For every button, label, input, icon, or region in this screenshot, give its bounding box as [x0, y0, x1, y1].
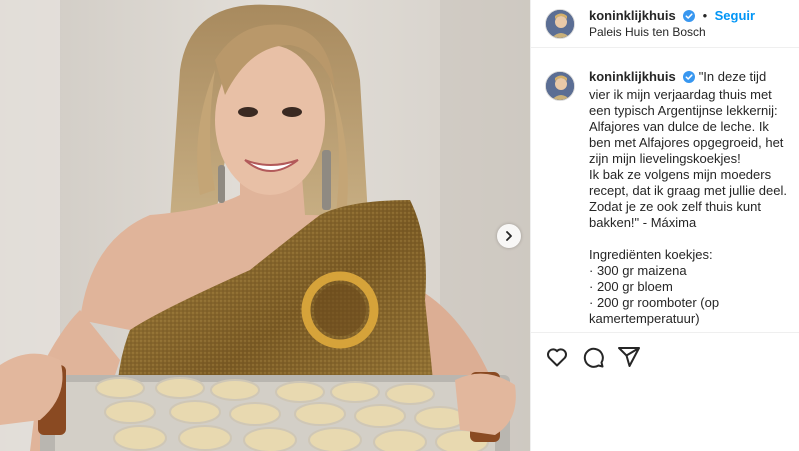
caption: koninklijkhuis "In deze tijd vier ik mijn…: [589, 69, 789, 327]
avatar-image: [546, 9, 574, 38]
avatar[interactable]: [545, 8, 575, 39]
caption-username[interactable]: koninklijkhuis: [589, 69, 676, 84]
separator-dot: •: [702, 7, 708, 23]
verified-badge-icon: [682, 71, 695, 87]
share-icon[interactable]: [617, 345, 641, 369]
chevron-right-icon: [506, 231, 512, 241]
verified-badge-icon: [683, 9, 696, 25]
location-link[interactable]: Paleis Huis ten Bosch: [589, 25, 755, 40]
post-header: koninklijkhuis • Seguir Paleis Huis ten …: [531, 0, 799, 48]
follow-button[interactable]: Seguir: [715, 8, 755, 23]
comment-icon[interactable]: [581, 345, 605, 369]
header-text: koninklijkhuis • Seguir Paleis Huis ten …: [589, 8, 755, 40]
photo-illustration: [0, 0, 530, 451]
post-photo[interactable]: [0, 0, 530, 451]
next-photo-button[interactable]: [497, 224, 521, 248]
post-side-panel: koninklijkhuis • Seguir Paleis Huis ten …: [530, 0, 799, 451]
comments-section[interactable]: koninklijkhuis "In deze tijd vier ik mijn…: [531, 49, 799, 332]
caption-row: koninklijkhuis "In deze tijd vier ik mijn…: [545, 69, 789, 327]
instagram-post: koninklijkhuis • Seguir Paleis Huis ten …: [0, 0, 799, 451]
avatar-image: [546, 72, 574, 100]
heart-icon[interactable]: [545, 345, 569, 369]
caption-text: "In deze tijd vier ik mijn verjaardag th…: [589, 69, 787, 326]
username-link[interactable]: koninklijkhuis: [589, 8, 676, 23]
action-bar: [531, 332, 799, 380]
caption-avatar[interactable]: [545, 71, 575, 101]
